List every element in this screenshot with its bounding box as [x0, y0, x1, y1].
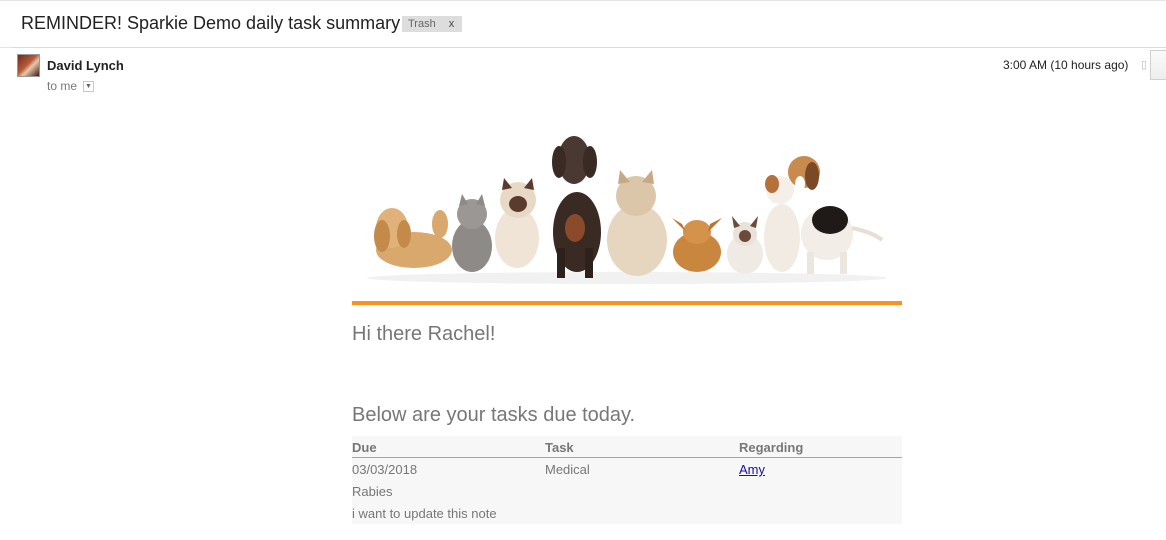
sender-avatar[interactable] — [17, 54, 40, 77]
label-chip-name: Trash — [408, 18, 436, 30]
remove-label-button[interactable]: x — [449, 18, 455, 30]
subject-bar: REMINDER! Sparkie Demo daily task summar… — [0, 0, 1166, 48]
tasks-heading: Below are your tasks due today. — [352, 404, 636, 426]
header-divider — [12, 47, 1166, 48]
reply-button[interactable] — [1150, 50, 1166, 80]
chevron-down-icon[interactable]: ▼ — [83, 80, 95, 92]
table-row: 03/03/2018 Medical Amy — [352, 458, 902, 480]
email-subject: REMINDER! Sparkie Demo daily task summar… — [21, 13, 401, 33]
task-due-date: 03/03/2018 — [352, 462, 418, 477]
task-note: i want to update this note — [352, 506, 497, 521]
header-due: Due — [352, 440, 377, 455]
header-regarding: Regarding — [739, 440, 804, 455]
dobermann-puppy-icon — [552, 136, 601, 278]
greeting: Hi there Rachel! — [352, 323, 496, 345]
task-title: Rabies — [352, 484, 393, 499]
regarding-link[interactable]: Amy — [739, 462, 765, 477]
recipient-line: to me ▼ — [47, 79, 95, 93]
task-type: Medical — [545, 462, 590, 477]
task-table: Due Task Regarding 03/03/2018 Medical Am… — [352, 436, 902, 524]
label-chip-trash[interactable]: Trash x — [402, 16, 462, 32]
header-task: Task — [545, 440, 574, 455]
star-icon[interactable]: ▯ — [1141, 58, 1149, 72]
table-header: Due Task Regarding — [352, 436, 902, 458]
pets-banner-image — [352, 128, 902, 288]
email-timestamp: 3:00 AM (10 hours ago) — [1003, 58, 1129, 72]
orange-divider — [352, 301, 902, 305]
sender-name[interactable]: David Lynch — [47, 58, 124, 73]
recipient-text: to me — [47, 79, 78, 93]
